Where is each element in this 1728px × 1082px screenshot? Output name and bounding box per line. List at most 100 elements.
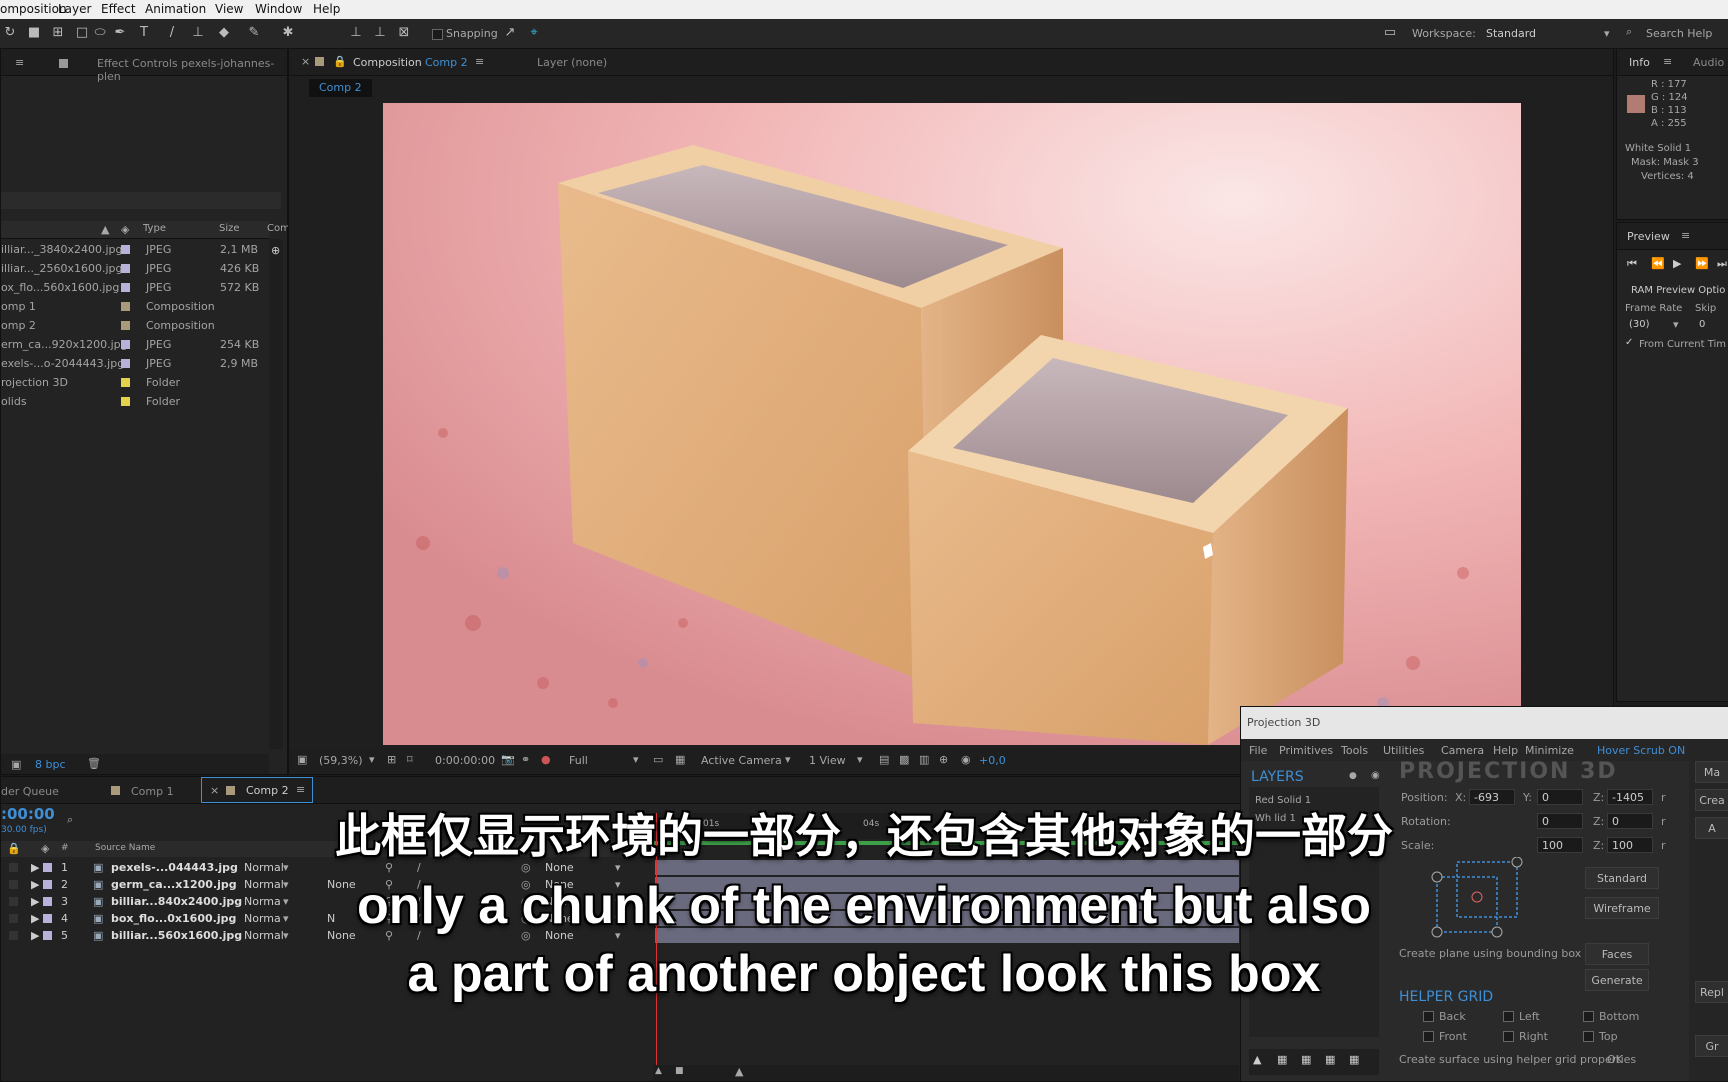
project-scrollbar[interactable] xyxy=(269,239,283,749)
interpret-footage-icon[interactable]: ▣ xyxy=(11,758,21,771)
audio-tab[interactable]: Audio xyxy=(1693,56,1724,69)
p3d-menu-help[interactable]: Help xyxy=(1493,744,1518,757)
menu-animation[interactable]: Animation xyxy=(145,2,206,16)
p3d-menu-utilities[interactable]: Utilities xyxy=(1383,744,1424,757)
puppet-tool-icon[interactable]: ✱ xyxy=(280,25,296,41)
pan-behind-tool-icon[interactable]: ⊞ xyxy=(50,25,66,41)
label-color-swatch[interactable] xyxy=(121,378,130,387)
transparency-grid-icon[interactable]: ▦ xyxy=(675,753,685,766)
label-color-swatch[interactable] xyxy=(121,283,130,292)
project-item[interactable]: illiar..._3840x2400.jpg JPEG 2,1 MB xyxy=(1,240,263,259)
zoom-out-icon[interactable]: ▲ xyxy=(655,1066,662,1076)
label-color-swatch[interactable] xyxy=(121,359,130,368)
text-tool-icon[interactable]: T xyxy=(136,25,152,41)
bpc-toggle[interactable]: 8 bpc xyxy=(35,758,66,771)
eraser-tool-icon[interactable]: ◆ xyxy=(216,25,232,41)
effect-controls-tab[interactable]: Effect Controls pexels-johannes-plen xyxy=(97,57,287,83)
hover-scrub-toggle[interactable]: Hover Scrub ON xyxy=(1597,744,1685,757)
p3d-menu-tools[interactable]: Tools xyxy=(1341,744,1368,757)
label-color-swatch[interactable] xyxy=(121,302,130,311)
zoom-in-icon[interactable]: ▲ xyxy=(735,1065,743,1078)
axis-view-icon[interactable]: ⊠ xyxy=(396,25,412,41)
menu-layer[interactable]: Layer xyxy=(58,2,91,16)
clone-stamp-tool-icon[interactable]: ⊥ xyxy=(190,25,206,41)
rotate-tool-icon[interactable]: ↻ xyxy=(2,25,18,41)
chevron-down-icon[interactable]: ▾ xyxy=(1673,318,1679,331)
project-item[interactable]: rojection 3D Folder xyxy=(1,373,263,392)
comp-breadcrumb[interactable]: Comp 2 xyxy=(309,79,372,97)
from-current-checkbox[interactable]: ✓ xyxy=(1625,337,1633,348)
chevron-down-icon[interactable]: ▾ xyxy=(369,753,375,766)
label-color-swatch[interactable] xyxy=(121,397,130,406)
layer-tool-icon[interactable]: ▦ xyxy=(1277,1053,1287,1066)
play-icon[interactable]: ▶ xyxy=(1673,257,1681,270)
project-search-bar[interactable] xyxy=(1,192,281,209)
ok-button[interactable]: OK xyxy=(1607,1053,1623,1066)
close-icon[interactable]: × xyxy=(210,784,219,797)
channels-icon[interactable]: ● xyxy=(541,753,551,766)
next-frame-icon[interactable]: ⏩ xyxy=(1695,257,1709,270)
comp-1-tab[interactable]: Comp 1 xyxy=(131,785,174,798)
exposure-value[interactable]: +0,0 xyxy=(979,754,1006,767)
p3d-menu-primitives[interactable]: Primitives xyxy=(1279,744,1333,757)
flowchart-icon[interactable]: ⊕ xyxy=(939,753,948,766)
label-color-swatch[interactable] xyxy=(121,264,130,273)
show-snapshot-icon[interactable]: ⚭ xyxy=(521,753,530,766)
axis-local-icon[interactable]: ⊥ xyxy=(348,25,364,41)
sort-up-icon[interactable]: ▲ xyxy=(101,223,109,236)
preview-tab[interactable]: Preview xyxy=(1627,230,1670,243)
magnification-select[interactable]: (59,3%) xyxy=(319,754,363,767)
top-checkbox[interactable] xyxy=(1583,1031,1594,1042)
pen-tool-icon[interactable]: ✒ xyxy=(112,25,128,41)
first-frame-icon[interactable]: ⏮ xyxy=(1627,257,1637,271)
p3d-menu-camera[interactable]: Camera xyxy=(1441,744,1484,757)
label-color-swatch[interactable] xyxy=(121,340,130,349)
label-color-swatch[interactable] xyxy=(121,245,130,254)
ellipse-tool-icon[interactable]: ⬭ xyxy=(92,25,108,41)
project-item[interactable]: illiar..._2560x1600.jpg JPEG 426 KB xyxy=(1,259,263,278)
bottom-checkbox[interactable] xyxy=(1583,1011,1594,1022)
layer-tool-icon[interactable]: ▦ xyxy=(1349,1053,1359,1066)
zoom-handle[interactable]: ■ xyxy=(675,1066,684,1076)
p3d-menu-minimize[interactable]: Minimize xyxy=(1525,744,1574,757)
region-of-interest-icon[interactable]: ▭ xyxy=(653,753,663,766)
toggle-pixel-icon[interactable]: ▤ xyxy=(879,753,889,766)
render-queue-tab[interactable]: der Queue xyxy=(1,785,59,798)
project-item[interactable]: ox_flo...560x1600.jpg JPEG 572 KB xyxy=(1,278,263,297)
solo-icon[interactable]: ● xyxy=(1349,771,1357,781)
panel-menu-icon[interactable]: ≡ xyxy=(15,56,24,69)
menu-window[interactable]: Window xyxy=(255,2,302,16)
camera-view-select[interactable]: Active Camera xyxy=(701,754,782,767)
menu-help[interactable]: Help xyxy=(313,2,340,16)
menu-composition[interactable]: omposition xyxy=(0,2,67,16)
panel-menu-icon[interactable]: ≡ xyxy=(1681,229,1690,242)
project-item[interactable]: erm_ca...920x1200.jpg JPEG 254 KB xyxy=(1,335,263,354)
right-checkbox[interactable] xyxy=(1503,1031,1514,1042)
project-item[interactable]: olids Folder xyxy=(1,392,263,411)
axis-world-icon[interactable]: ⊥ xyxy=(372,25,388,41)
exposure-icon[interactable]: ◉ xyxy=(961,753,971,766)
mask-visibility-icon[interactable]: ⌑ xyxy=(407,753,413,766)
project-item[interactable]: omp 2 Composition xyxy=(1,316,263,335)
menu-effect[interactable]: Effect xyxy=(101,2,136,16)
panel-menu-icon[interactable]: ≡ xyxy=(475,55,484,68)
composition-tab-label[interactable]: Composition xyxy=(353,56,422,69)
chevron-down-icon[interactable]: ▾ xyxy=(1604,27,1610,40)
side-button-gr[interactable]: Gr xyxy=(1695,1035,1728,1057)
side-button-ma[interactable]: Ma xyxy=(1695,761,1728,783)
lock-icon[interactable]: 🔒 xyxy=(333,55,347,68)
size-column-header[interactable]: Size xyxy=(219,223,240,234)
snapshot-icon[interactable]: 📷 xyxy=(501,753,515,766)
chevron-down-icon[interactable]: ▾ xyxy=(633,753,639,766)
layer-tool-icon[interactable]: ▲ xyxy=(1253,1053,1261,1066)
composition-tab-name[interactable]: Comp 2 xyxy=(425,56,468,69)
chevron-down-icon[interactable]: ▾ xyxy=(785,753,791,766)
resolution-select[interactable]: Full xyxy=(569,754,588,767)
last-frame-icon[interactable]: ⏭ xyxy=(1717,257,1727,271)
search-help-input[interactable]: Search Help xyxy=(1646,27,1712,40)
comment-column-header[interactable]: Com xyxy=(267,223,290,234)
snap-icon[interactable]: ↗ xyxy=(502,25,518,41)
panel-menu-icon[interactable]: ≡ xyxy=(1663,55,1672,68)
mask-tool-icon[interactable]: □ xyxy=(74,25,90,41)
info-tab[interactable]: Info xyxy=(1629,56,1650,69)
